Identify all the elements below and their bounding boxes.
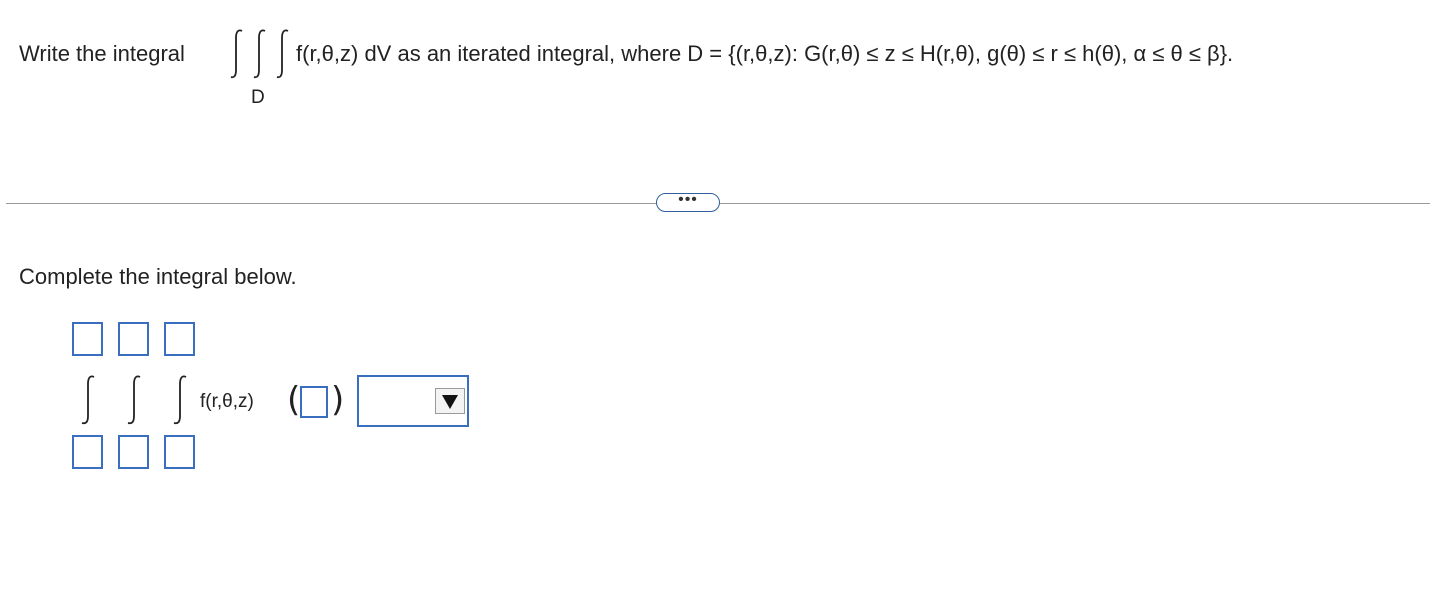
upper-limit-middle-input[interactable] xyxy=(118,322,149,356)
triple-integral-glyph xyxy=(230,29,289,79)
answer-integral-signs xyxy=(76,373,196,427)
upper-limit-outer-input[interactable] xyxy=(72,322,103,356)
lower-limit-middle-input[interactable] xyxy=(118,435,149,469)
differential-input[interactable] xyxy=(300,386,328,418)
question-prefix: Write the integral xyxy=(19,41,185,66)
dropdown-toggle[interactable] xyxy=(435,388,465,414)
upper-limit-inner-input[interactable] xyxy=(164,322,195,356)
answer-integral-glyph xyxy=(81,375,187,425)
region-label: D xyxy=(251,87,265,108)
lower-limit-outer-input[interactable] xyxy=(72,435,103,469)
differential-order-dropdown[interactable] xyxy=(357,375,469,427)
show-more-button[interactable]: ••• xyxy=(656,192,720,212)
lower-limit-inner-input[interactable] xyxy=(164,435,195,469)
instruction-text: Complete the integral below. xyxy=(19,264,297,289)
question-body: f(r,θ,z) dV as an iterated integral, whe… xyxy=(296,41,1234,66)
open-paren: ( xyxy=(287,380,301,420)
triple-integral-symbol xyxy=(226,28,302,80)
triangle-down-icon xyxy=(442,395,458,409)
close-paren: ) xyxy=(331,380,345,420)
answer-integrand: f(r,θ,z) xyxy=(200,391,254,412)
